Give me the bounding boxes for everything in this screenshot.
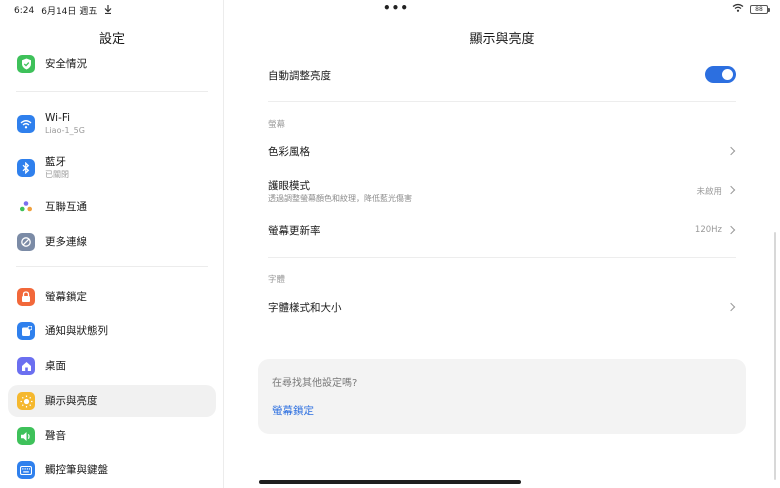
suggestion-card: 在尋找其他設定嗎? 螢幕鎖定 [258,359,746,434]
sidebar-item-label: 更多連線 [45,235,87,248]
section-header-screen: 螢幕 [268,120,286,130]
chevron-right-icon [726,146,736,156]
sidebar-item-bluetooth[interactable]: 藍牙 已關閉 [8,152,216,184]
refresh-rate-row[interactable]: 螢幕更新率 120Hz [268,223,736,239]
wifi-status-icon [732,3,744,15]
home-icon [17,357,35,375]
sidebar-item-sublabel: Liao-1_5G [45,126,85,135]
battery-level: 88 [755,5,763,13]
eye-care-description: 透過調整螢幕顏色和紋理，降低藍光傷害 [268,194,412,203]
shield-check-icon [17,55,35,73]
sidebar-title: 設定 [98,32,125,47]
speaker-icon [17,427,35,445]
eye-care-label: 護眼模式 [268,180,310,192]
eye-care-status: 未啟用 [696,187,722,197]
notification-icon [17,322,35,340]
color-style-label: 色彩風格 [268,146,310,158]
font-style-label: 字體樣式和大小 [268,302,342,314]
bluetooth-icon [17,159,35,177]
sun-icon [17,392,35,410]
sidebar-item-label: Wi-Fi [45,112,71,124]
sidebar-item-label: 互聯互通 [45,200,87,213]
toggle-knob [722,69,733,80]
keyboard-icon [17,461,35,479]
page-title: 顯示與亮度 [469,32,535,47]
settings-sidebar: 設定 安全情況 Wi-Fi Liao-1_5G 藍牙 已關閉 互聯互通 更多連線… [0,0,224,488]
home-indicator[interactable] [259,480,521,484]
dots-cluster-icon [17,198,35,216]
refresh-rate-value: 120Hz [694,225,722,235]
color-style-row[interactable]: 色彩風格 [268,144,736,160]
sidebar-item-desktop[interactable]: 桌面 [8,350,216,382]
sidebar-item-label: 觸控筆與鍵盤 [45,463,108,476]
font-style-row[interactable]: 字體樣式和大小 [268,300,736,316]
refresh-rate-label: 螢幕更新率 [268,225,321,237]
sidebar-item-sublabel: 已關閉 [45,170,69,179]
section-divider [268,101,736,102]
sidebar-divider [16,266,208,267]
sidebar-item-more-connections[interactable]: 更多連線 [8,226,216,258]
chevron-right-icon [726,302,736,312]
sidebar-item-sound[interactable]: 聲音 [8,420,216,452]
auto-brightness-label: 自動調整亮度 [268,70,331,82]
suggestion-link-screen-lock[interactable]: 螢幕鎖定 [272,403,314,418]
sidebar-item-label: 藍牙 [45,156,66,168]
sidebar-item-label: 螢幕鎖定 [45,290,87,303]
sidebar-item-label: 安全情況 [45,57,87,70]
suggestion-question: 在尋找其他設定嗎? [272,378,358,389]
multitask-dots[interactable]: ••• [383,1,409,15]
chevron-right-icon [726,225,736,235]
section-header-font: 字體 [268,275,286,285]
sidebar-item-label: 聲音 [45,429,66,442]
lock-icon [17,288,35,306]
sidebar-item-wifi[interactable]: Wi-Fi Liao-1_5G [8,108,216,140]
battery-icon: 88 [750,4,770,14]
sidebar-item-screen-lock[interactable]: 螢幕鎖定 [8,281,216,313]
sidebar-divider [16,91,208,92]
auto-brightness-row[interactable]: 自動調整亮度 [268,66,736,84]
chevron-right-icon [726,185,736,195]
eye-care-row[interactable]: 護眼模式 透過調整螢幕顏色和紋理，降低藍光傷害 未啟用 [268,178,736,206]
wifi-icon [17,115,35,133]
sidebar-item-label: 通知與狀態列 [45,324,108,337]
sidebar-item-notifications[interactable]: 通知與狀態列 [8,315,216,347]
sidebar-item-label: 桌面 [45,359,66,372]
link-icon [17,233,35,251]
sidebar-item-label: 顯示與亮度 [45,394,98,407]
sidebar-item-security[interactable]: 安全情況 [8,48,216,80]
sidebar-item-stylus-keyboard[interactable]: 觸控筆與鍵盤 [8,454,216,486]
scrollbar[interactable] [774,232,776,480]
sidebar-item-display-brightness[interactable]: 顯示與亮度 [8,385,216,417]
sidebar-item-interconnect[interactable]: 互聯互通 [8,191,216,223]
auto-brightness-toggle[interactable] [705,66,736,83]
section-divider [268,257,736,258]
